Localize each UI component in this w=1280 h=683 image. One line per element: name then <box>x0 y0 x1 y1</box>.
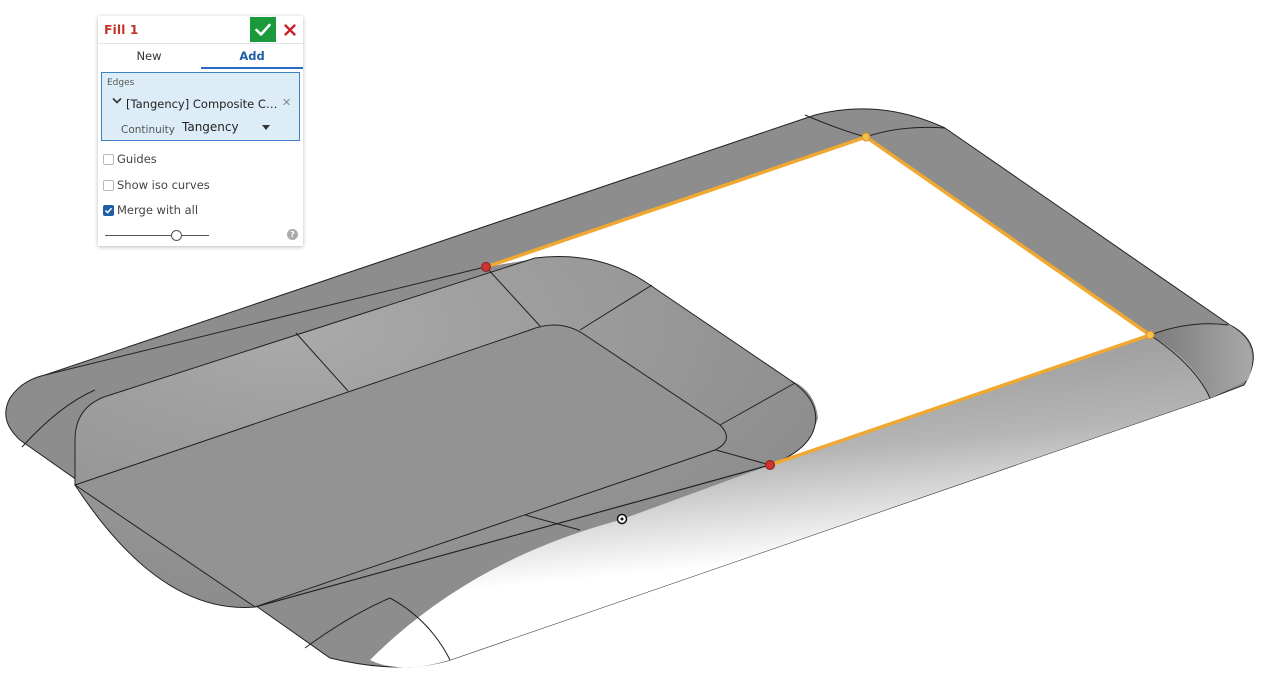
edge-selection-item[interactable]: [Tangency] Composite Cur... <box>126 97 281 111</box>
dialog-title: Fill 1 <box>104 22 139 37</box>
tab-add[interactable]: Add <box>201 44 303 69</box>
end-vertex[interactable] <box>765 460 775 470</box>
dialog-header: Fill 1 <box>98 16 303 43</box>
show-iso-curves-label: Show iso curves <box>117 178 210 192</box>
origin-marker-icon <box>616 513 628 525</box>
continuity-value: Tangency <box>182 120 239 134</box>
accept-button[interactable] <box>250 17 276 42</box>
caret-down-icon <box>262 125 270 130</box>
edges-selection-panel[interactable]: Edges [Tangency] Composite Cur... ✕ Cont… <box>101 72 300 141</box>
fill-feature-dialog: Fill 1 New Add Edges [Tangency] Composit… <box>98 16 303 246</box>
slider-thumb[interactable] <box>171 230 182 241</box>
checkmark-icon <box>255 23 271 36</box>
chevron-down-icon[interactable] <box>112 97 122 105</box>
remove-selection-icon[interactable]: ✕ <box>282 96 291 109</box>
merge-with-all-label: Merge with all <box>117 203 199 217</box>
close-icon <box>284 23 296 36</box>
start-vertex[interactable] <box>481 262 491 272</box>
corner-vertex[interactable] <box>861 132 871 142</box>
tab-new[interactable]: New <box>98 44 200 67</box>
continuity-label: Continuity <box>121 124 176 136</box>
cancel-button[interactable] <box>279 17 301 42</box>
preview-slider[interactable] <box>105 228 210 244</box>
merge-with-all-checkbox[interactable] <box>103 205 114 216</box>
guides-label: Guides <box>117 152 157 166</box>
slider-track <box>105 235 209 236</box>
edges-label: Edges <box>107 78 135 88</box>
checkmark-icon <box>104 207 113 214</box>
continuity-dropdown[interactable]: Tangency <box>180 119 278 137</box>
corner-vertex[interactable] <box>1145 330 1155 340</box>
guides-checkbox[interactable] <box>103 154 114 165</box>
show-iso-curves-checkbox[interactable] <box>103 180 114 191</box>
help-icon[interactable]: ? <box>287 229 298 240</box>
dialog-tabs: New Add <box>98 43 303 69</box>
